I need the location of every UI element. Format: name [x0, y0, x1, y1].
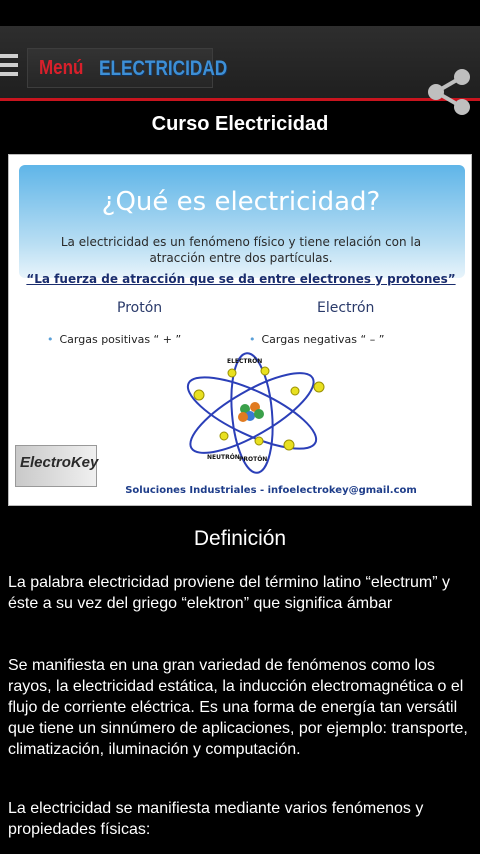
- electron-label: ELECTRÓN: [227, 358, 262, 365]
- logo-text: ElectroKey: [20, 454, 99, 471]
- diagram-line-1: La electricidad es un fenómeno físico y …: [60, 235, 422, 249]
- share-icon[interactable]: [426, 68, 472, 116]
- diagram-title: ¿Qué es electricidad?: [101, 187, 381, 217]
- positive-charge-bullet: • Cargas positivas “ + ”: [47, 333, 182, 346]
- electrokey-logo: ElectroKey: [15, 445, 99, 487]
- paragraph-3: La electricidad se manifiesta mediante v…: [8, 800, 424, 838]
- page-title: Curso Electricidad: [151, 113, 329, 135]
- paragraph-2: Se manifiesta en una gran variedad de fe…: [8, 657, 468, 758]
- diagram-footer: Soluciones Industriales - infoelectrokey…: [125, 485, 417, 496]
- section-title: Definición: [193, 527, 287, 550]
- proton-heading: Protón: [117, 300, 163, 316]
- action-bar: Menú ELECTRICIDAD: [0, 26, 480, 115]
- electricity-diagram-image: ¿Qué es electricidad? La electricidad es…: [8, 154, 472, 506]
- positive-charge-label: Cargas positivas “ + ”: [59, 333, 182, 346]
- brand-label: ELECTRICIDAD: [99, 57, 228, 80]
- atom-illustration: ELECTRÓN NEUTRÓN PROTÓN: [186, 352, 325, 474]
- paragraph-1: La palabra electricidad proviene del tér…: [8, 574, 450, 612]
- hamburger-icon[interactable]: [0, 54, 18, 81]
- negative-charge-label: Cargas negativas “ – ”: [261, 333, 385, 346]
- electron-heading: Electrón: [317, 300, 375, 316]
- menu-label: Menú: [39, 57, 84, 79]
- negative-charge-bullet: • Cargas negativas “ – ”: [249, 333, 385, 346]
- diagram-line-2: atracción entre dos partículas.: [149, 251, 333, 265]
- diagram-quote: “La fuerza de atracción que se da entre …: [26, 272, 456, 286]
- menu-button[interactable]: Menú ELECTRICIDAD: [27, 48, 227, 88]
- neutron-label: NEUTRÓN: [207, 454, 240, 461]
- status-bar: [0, 0, 480, 26]
- proton-label: PROTÓN: [239, 456, 267, 463]
